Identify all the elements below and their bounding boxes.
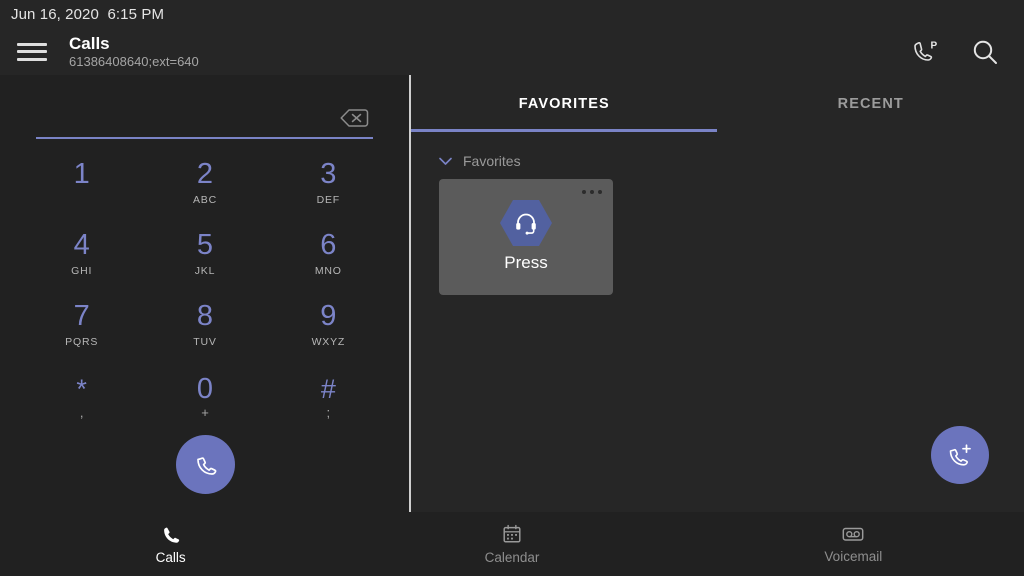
dial-key-hash[interactable]: # ; (267, 360, 390, 431)
status-datetime: Jun 16, 2020 6:15 PM (11, 5, 165, 23)
phone-handset-icon (196, 456, 216, 475)
dial-key-digit: 7 (73, 300, 90, 332)
dial-key-letters: MNO (314, 265, 342, 277)
search-icon[interactable] (968, 35, 1002, 69)
dial-key-5[interactable]: 5 JKL (143, 218, 266, 289)
dialpad-keys: 1 2 ABC 3 DEF 4 GHI 5 JKL 6 MNO 7 PQRS 8… (20, 147, 390, 431)
page-title: Calls (69, 33, 110, 53)
main-content: 1 2 ABC 3 DEF 4 GHI 5 JKL 6 MNO 7 PQRS 8… (0, 75, 1024, 512)
dial-key-digit: 8 (196, 300, 214, 332)
dial-key-letters: WXYZ (311, 336, 346, 348)
dial-key-digit: # (320, 374, 336, 404)
nav-item-voicemail[interactable]: Voicemail (683, 512, 1024, 576)
dial-key-1[interactable]: 1 (20, 147, 143, 218)
voicemail-tape-icon (842, 527, 864, 541)
header-title-group: Calls 61386408640;ext=640 (69, 34, 199, 70)
app-header: Calls 61386408640;ext=640 P (0, 28, 1024, 75)
nav-label: Voicemail (824, 549, 883, 565)
dial-key-digit: * (76, 374, 87, 404)
chevron-down-icon (439, 157, 452, 165)
backspace-icon[interactable] (335, 104, 373, 132)
dial-key-digit: 0 (196, 373, 214, 405)
tab-favorites[interactable]: FAVORITES (411, 75, 718, 133)
dial-key-letters: DEF (316, 194, 341, 206)
phone-handset-icon (163, 527, 179, 543)
tab-recent[interactable]: RECENT (718, 75, 1024, 133)
add-call-icon (949, 444, 971, 466)
dial-key-letters: TUV (193, 336, 217, 348)
nav-item-calls[interactable]: Calls (0, 512, 341, 576)
nav-item-calendar[interactable]: Calendar (341, 512, 682, 576)
calendar-icon (503, 525, 521, 543)
dial-key-digit: 4 (73, 229, 90, 261)
dial-key-letters: PQRS (65, 336, 99, 348)
dial-key-digit: 2 (196, 158, 214, 190)
more-options-icon[interactable] (582, 190, 602, 194)
dial-key-letters: GHI (71, 265, 93, 277)
dial-key-4[interactable]: 4 GHI (20, 218, 143, 289)
dial-input-underline (36, 137, 373, 139)
dial-key-digit: 6 (320, 229, 337, 261)
dial-key-star[interactable]: * , (20, 360, 143, 431)
dial-key-2[interactable]: 2 ABC (143, 147, 266, 218)
status-bar: Jun 16, 2020 6:15 PM (0, 0, 1024, 28)
dial-key-digit: 3 (320, 158, 337, 190)
dial-key-letters: , (79, 405, 84, 420)
panel-tabs: FAVORITES RECENT (411, 75, 1024, 133)
dial-key-6[interactable]: 6 MNO (267, 218, 390, 289)
dial-key-letters: + (201, 405, 209, 420)
nav-label: Calendar (484, 550, 540, 566)
phone-app-screen: Jun 16, 2020 6:15 PM Calls 61386408640;e… (0, 0, 1024, 576)
dial-key-3[interactable]: 3 DEF (267, 147, 390, 218)
favorite-card[interactable]: Press (439, 179, 613, 295)
dial-key-7[interactable]: 7 PQRS (20, 289, 143, 360)
headset-icon (516, 213, 536, 235)
contacts-panel: FAVORITES RECENT Favorites Press (411, 75, 1024, 512)
avatar (500, 197, 552, 249)
dial-key-letters: JKL (194, 265, 216, 277)
favorite-name: Press (504, 253, 548, 272)
dialpad-panel: 1 2 ABC 3 DEF 4 GHI 5 JKL 6 MNO 7 PQRS 8… (0, 75, 409, 512)
account-number: 61386408640;ext=640 (69, 53, 199, 69)
bottom-navigation: Calls Calendar Voicemail (0, 512, 1024, 576)
dial-key-digit: 9 (320, 300, 337, 332)
dial-key-digit: 1 (73, 158, 90, 190)
favorites-section-label: Favorites (463, 153, 521, 169)
dial-key-0[interactable]: 0 + (143, 360, 266, 431)
favorites-section-header[interactable]: Favorites (439, 153, 521, 169)
active-tab-indicator (411, 129, 717, 132)
call-button[interactable] (176, 435, 235, 494)
dial-input-row (36, 93, 373, 143)
dial-key-letters: ABC (192, 194, 217, 206)
add-call-button[interactable] (931, 426, 989, 484)
dial-key-8[interactable]: 8 TUV (143, 289, 266, 360)
dial-key-9[interactable]: 9 WXYZ (267, 289, 390, 360)
nav-label: Calls (155, 550, 186, 566)
header-actions: P (908, 35, 1002, 69)
svg-text:P: P (931, 40, 938, 51)
dial-key-digit: 5 (196, 229, 214, 261)
dial-key-letters: ; (326, 405, 331, 420)
call-park-icon[interactable]: P (908, 35, 942, 69)
hamburger-menu-icon[interactable] (17, 41, 47, 63)
